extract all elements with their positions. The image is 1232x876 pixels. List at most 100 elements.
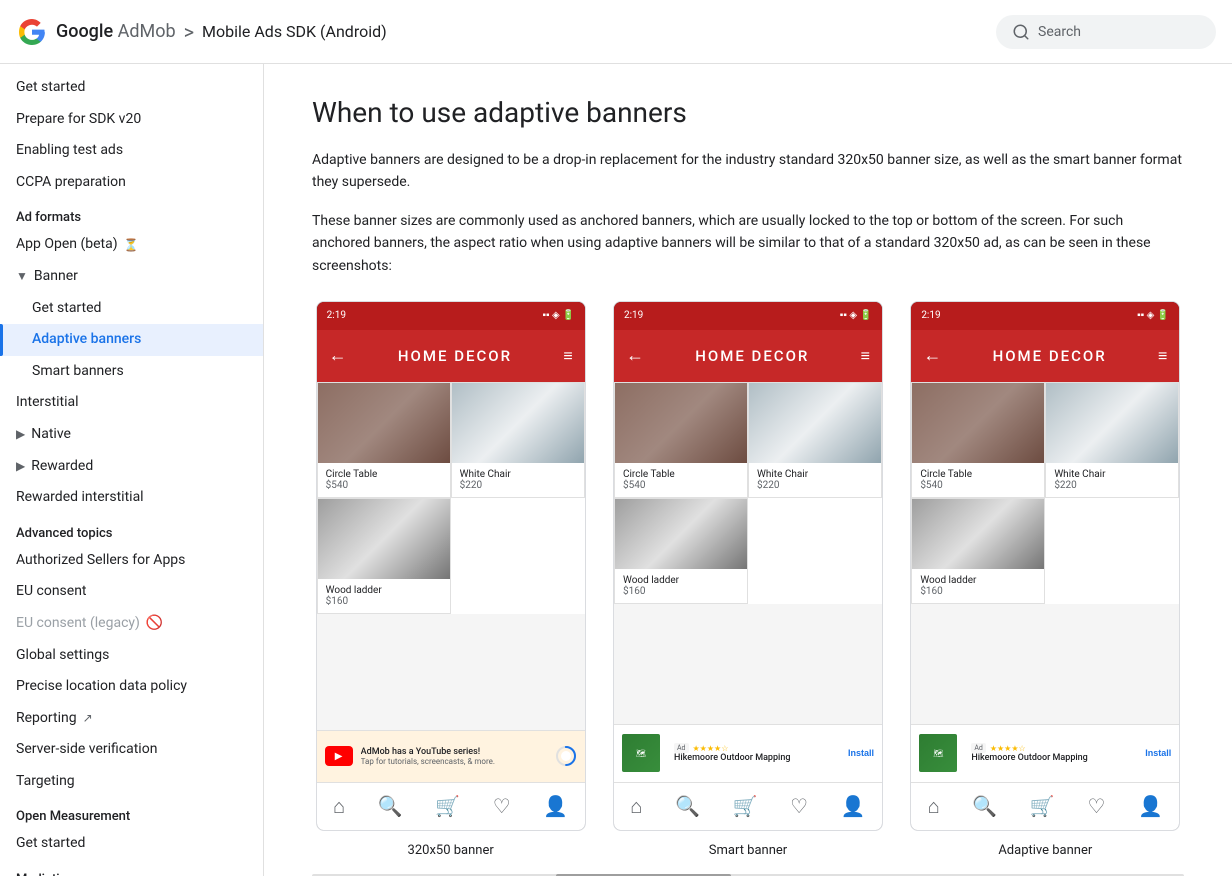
sidebar-item-server-side-verification[interactable]: Server-side verification <box>0 734 263 766</box>
phone-app-bar-adaptive: ← HOME DECOR ≡ <box>911 330 1179 382</box>
outdoor-img-adaptive: 🗺 <box>919 734 957 772</box>
cart-nav-icon-smart: 🛒 <box>733 794 758 818</box>
brand-text: Google AdMob <box>56 21 176 42</box>
phone-signal-icons-smart: ▪▪ ◈ 🔋 <box>840 310 872 321</box>
screenshot-label-320x50: 320x50 banner <box>408 843 494 858</box>
sidebar-item-global-settings[interactable]: Global settings <box>0 640 263 672</box>
phone-status-bar: 2:19 ▪▪ ◈ 🔋 <box>317 302 585 330</box>
sidebar-item-authorized-sellers[interactable]: Authorized Sellers for Apps <box>0 545 263 577</box>
google-admob-logo[interactable]: Google AdMob <box>16 16 176 48</box>
profile-nav-icon-smart: 👤 <box>841 794 866 818</box>
phone-status-bar-smart: 2:19 ▪▪ ◈ 🔋 <box>614 302 882 330</box>
sidebar-item-rewarded[interactable]: ▶ Rewarded <box>0 451 263 483</box>
phone-signal-icons: ▪▪ ◈ 🔋 <box>542 310 574 321</box>
hourglass-icon: ⏳ <box>124 237 139 254</box>
chevron-right-icon-rewarded: ▶ <box>16 458 25 475</box>
page-heading: When to use adaptive banners <box>312 96 1184 129</box>
search-nav-icon-smart: 🔍 <box>675 794 700 818</box>
youtube-icon <box>325 746 353 766</box>
main-content: When to use adaptive banners Adaptive ba… <box>264 64 1232 876</box>
paragraph-2: These banner sizes are commonly used as … <box>312 210 1184 277</box>
chevron-right-icon-native: ▶ <box>16 426 25 443</box>
sidebar-item-get-started-om[interactable]: Get started <box>0 828 263 860</box>
ad-label-smart: Ad <box>674 743 689 753</box>
phone-time: 2:19 <box>327 310 346 321</box>
section-label-advanced-topics: Advanced topics <box>0 514 263 545</box>
profile-nav-icon: 👤 <box>543 794 568 818</box>
outdoor-ad-banner-adaptive: 🗺 Ad ★★★★☆ Hikemoore Outdoor Mapping Ins… <box>911 724 1179 782</box>
sidebar-item-precise-location[interactable]: Precise location data policy <box>0 671 263 703</box>
screenshot-label-adaptive: Adaptive banner <box>998 843 1092 858</box>
app-title-adaptive: HOME DECOR <box>951 347 1148 365</box>
sidebar-item-app-open[interactable]: App Open (beta) ⏳ <box>0 229 263 261</box>
block-icon: 🚫 <box>146 614 163 634</box>
phone-bottom-nav-adaptive: ⌂ 🔍 🛒 ♡ 👤 <box>911 782 1179 830</box>
sidebar-item-adaptive-banners[interactable]: Adaptive banners <box>0 324 263 356</box>
screenshot-smart-banner: 2:19 ▪▪ ◈ 🔋 ← HOME DECOR ≡ <box>609 301 886 858</box>
sidebar-item-smart-banners[interactable]: Smart banners <box>0 356 263 388</box>
breadcrumb-current: Mobile Ads SDK (Android) <box>202 22 387 41</box>
section-label-open-measurement: Open Measurement <box>0 797 263 828</box>
phone-time-smart: 2:19 <box>624 310 643 321</box>
admob-ad-banner: AdMob has a YouTube series! Tap for tuto… <box>317 730 585 782</box>
menu-icon-smart: ≡ <box>861 346 870 366</box>
phone-app-bar-smart: ← HOME DECOR ≡ <box>614 330 882 382</box>
chevron-down-icon: ▼ <box>16 268 28 285</box>
phone-time-adaptive: 2:19 <box>921 310 940 321</box>
cart-nav-icon: 🛒 <box>435 794 460 818</box>
heart-nav-icon-smart: ♡ <box>790 794 808 818</box>
sidebar-item-prepare-sdk[interactable]: Prepare for SDK v20 <box>0 104 263 136</box>
phone-signal-icons-adaptive: ▪▪ ◈ 🔋 <box>1137 310 1169 321</box>
search-icon <box>1012 23 1030 41</box>
outdoor-img: 🗺 <box>622 734 660 772</box>
ad-title-adaptive: Hikemoore Outdoor Mapping <box>971 753 1137 763</box>
ad-label-adaptive: Ad <box>971 743 986 753</box>
back-arrow-icon-smart: ← <box>626 345 644 366</box>
phone-app-bar: ← HOME DECOR ≡ <box>317 330 585 382</box>
home-nav-icon: ⌂ <box>333 794 345 819</box>
heart-nav-icon-adaptive: ♡ <box>1087 794 1105 818</box>
phone-frame-smart: 2:19 ▪▪ ◈ 🔋 ← HOME DECOR ≡ <box>613 301 883 831</box>
menu-icon-adaptive: ≡ <box>1158 346 1167 366</box>
sidebar-item-rewarded-interstitial[interactable]: Rewarded interstitial <box>0 482 263 514</box>
sidebar-item-interstitial[interactable]: Interstitial <box>0 387 263 419</box>
search-box[interactable]: Search <box>996 15 1216 49</box>
sidebar-item-get-started-banner[interactable]: Get started <box>0 293 263 325</box>
install-button-smart[interactable]: Install <box>848 748 874 758</box>
section-label-ad-formats: Ad formats <box>0 198 263 229</box>
menu-icon: ≡ <box>563 346 572 366</box>
phone-bottom-nav-smart: ⌂ 🔍 🛒 ♡ 👤 <box>614 782 882 830</box>
sidebar-item-targeting[interactable]: Targeting <box>0 766 263 798</box>
main-layout: Get started Prepare for SDK v20 Enabling… <box>0 64 1232 876</box>
sidebar-item-reporting[interactable]: Reporting ↗ <box>0 703 263 735</box>
sidebar-item-eu-consent[interactable]: EU consent <box>0 576 263 608</box>
ad-stars-smart: ★★★★☆ <box>693 744 729 753</box>
ad-text: AdMob has a YouTube series! Tap for tuto… <box>361 747 547 766</box>
sidebar-item-native[interactable]: ▶ Native <box>0 419 263 451</box>
sidebar-item-ccpa[interactable]: CCPA preparation <box>0 167 263 199</box>
search-nav-icon: 🔍 <box>378 794 403 818</box>
back-arrow-icon-adaptive: ← <box>923 345 941 366</box>
sidebar-item-get-started-top[interactable]: Get started <box>0 72 263 104</box>
sidebar-item-banner[interactable]: ▼ Banner <box>0 261 263 293</box>
app-title-smart: HOME DECOR <box>654 347 851 365</box>
screenshot-label-smart: Smart banner <box>709 843 787 858</box>
app-header: Google AdMob > Mobile Ads SDK (Android) … <box>0 0 1232 64</box>
ad-stars-adaptive: ★★★★☆ <box>990 744 1026 753</box>
external-link-icon: ↗ <box>83 710 93 727</box>
outdoor-ad-banner-smart: 🗺 Ad ★★★★☆ Hikemoore Outdoor Mapping Ins… <box>614 724 882 782</box>
search-placeholder-text: Search <box>1038 24 1081 40</box>
app-title: HOME DECOR <box>357 347 554 365</box>
sidebar-item-enabling-test-ads[interactable]: Enabling test ads <box>0 135 263 167</box>
install-button-adaptive[interactable]: Install <box>1145 748 1171 758</box>
google-g-icon <box>16 16 48 48</box>
sidebar: Get started Prepare for SDK v20 Enabling… <box>0 64 264 876</box>
home-nav-icon-smart: ⌂ <box>630 794 642 819</box>
progress-circle-icon <box>555 745 577 767</box>
phone-frame-adaptive: 2:19 ▪▪ ◈ 🔋 ← HOME DECOR ≡ <box>910 301 1180 831</box>
phone-frame-320x50: 2:19 ▪▪ ◈ 🔋 ← HOME DECOR ≡ <box>316 301 586 831</box>
back-arrow-icon: ← <box>329 345 347 366</box>
heart-nav-icon: ♡ <box>493 794 511 818</box>
paragraph-1: Adaptive banners are designed to be a dr… <box>312 149 1184 194</box>
ad-title-smart: Hikemoore Outdoor Mapping <box>674 753 840 763</box>
